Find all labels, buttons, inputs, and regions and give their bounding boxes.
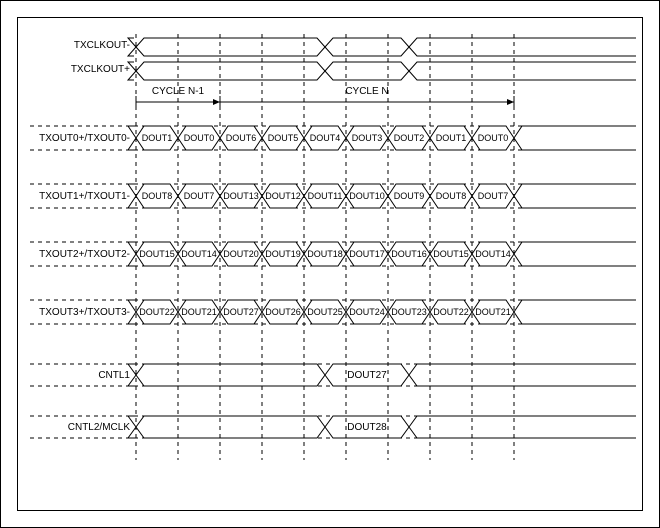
bit-label: DOUT9 <box>394 191 425 201</box>
bit-label: DOUT22 <box>433 307 469 317</box>
bit-label: DOUT15 <box>139 249 175 259</box>
ctrl-cell <box>136 416 325 438</box>
bit-label: DOUT18 <box>307 249 343 259</box>
bus-label: TXOUT1+/TXOUT1- <box>39 191 130 202</box>
bit-label: DOUT24 <box>349 307 385 317</box>
clk-minus-wave-b <box>128 38 636 56</box>
clk-minus-label: TXCLKOUT- <box>74 40 130 51</box>
bit-label: DOUT13 <box>223 191 259 201</box>
bus-tail <box>514 184 636 208</box>
bit-label: DOUT26 <box>265 307 301 317</box>
timing-diagram-svg: TXCLKOUT-TXCLKOUT+CYCLE N-1CYCLE NTXOUT0… <box>18 18 643 511</box>
ctrl-cell <box>409 416 636 438</box>
bus-tail <box>514 126 636 150</box>
arrowhead <box>507 99 514 105</box>
bit-label: DOUT0 <box>184 133 215 143</box>
bit-label: DOUT7 <box>478 191 509 201</box>
bit-label: DOUT21 <box>475 307 511 317</box>
bit-label: DOUT14 <box>181 249 217 259</box>
bit-label: DOUT8 <box>142 191 173 201</box>
bit-label: DOUT1 <box>436 133 467 143</box>
bus-tail <box>514 242 636 266</box>
bit-label: DOUT11 <box>308 191 343 201</box>
bit-label: DOUT17 <box>349 249 385 259</box>
ctrl-label: CNTL1 <box>98 370 130 381</box>
bit-label: DOUT25 <box>307 307 343 317</box>
bit-label: DOUT5 <box>268 133 299 143</box>
clk-plus-wave-a <box>128 62 636 80</box>
bit-label: DOUT16 <box>391 249 427 259</box>
bit-label: DOUT27 <box>223 307 259 317</box>
bit-label: DOUT12 <box>265 191 301 201</box>
bit-label: DOUT1 <box>142 133 173 143</box>
clk-minus-wave-a <box>128 38 636 56</box>
ctrl-value: DOUT28 <box>347 422 387 433</box>
clk-plus-label: TXCLKOUT+ <box>71 64 130 75</box>
bit-label: DOUT20 <box>223 249 259 259</box>
outer-frame: TXCLKOUT-TXCLKOUT+CYCLE N-1CYCLE NTXOUT0… <box>0 0 660 528</box>
bit-label: DOUT2 <box>394 133 425 143</box>
bit-label: DOUT23 <box>391 307 427 317</box>
clk-plus-wave-b <box>128 62 636 80</box>
bus-tail <box>514 300 636 324</box>
bit-label: DOUT3 <box>352 133 383 143</box>
bus-label: TXOUT3+/TXOUT3- <box>39 307 130 318</box>
bus-label: TXOUT2+/TXOUT2- <box>39 249 130 260</box>
ctrl-value: DOUT27 <box>347 370 387 381</box>
arrowhead <box>213 99 220 105</box>
bit-label: DOUT4 <box>310 133 341 143</box>
bit-label: DOUT19 <box>265 249 301 259</box>
bit-label: DOUT22 <box>139 307 175 317</box>
diagram-panel: TXCLKOUT-TXCLKOUT+CYCLE N-1CYCLE NTXOUT0… <box>17 17 643 511</box>
bus-label: TXOUT0+/TXOUT0- <box>39 133 130 144</box>
ctrl-label: CNTL2/MCLK <box>68 422 131 433</box>
bit-label: DOUT0 <box>478 133 509 143</box>
bit-label: DOUT15 <box>433 249 469 259</box>
bit-label: DOUT21 <box>181 307 217 317</box>
ctrl-cell <box>136 364 325 386</box>
bit-label: DOUT14 <box>475 249 511 259</box>
bit-label: DOUT7 <box>184 191 215 201</box>
bit-label: DOUT8 <box>436 191 467 201</box>
bit-label: DOUT6 <box>226 133 257 143</box>
cycle-curr-label: CYCLE N <box>345 86 388 97</box>
ctrl-cell <box>409 364 636 386</box>
bit-label: DOUT10 <box>349 191 385 201</box>
